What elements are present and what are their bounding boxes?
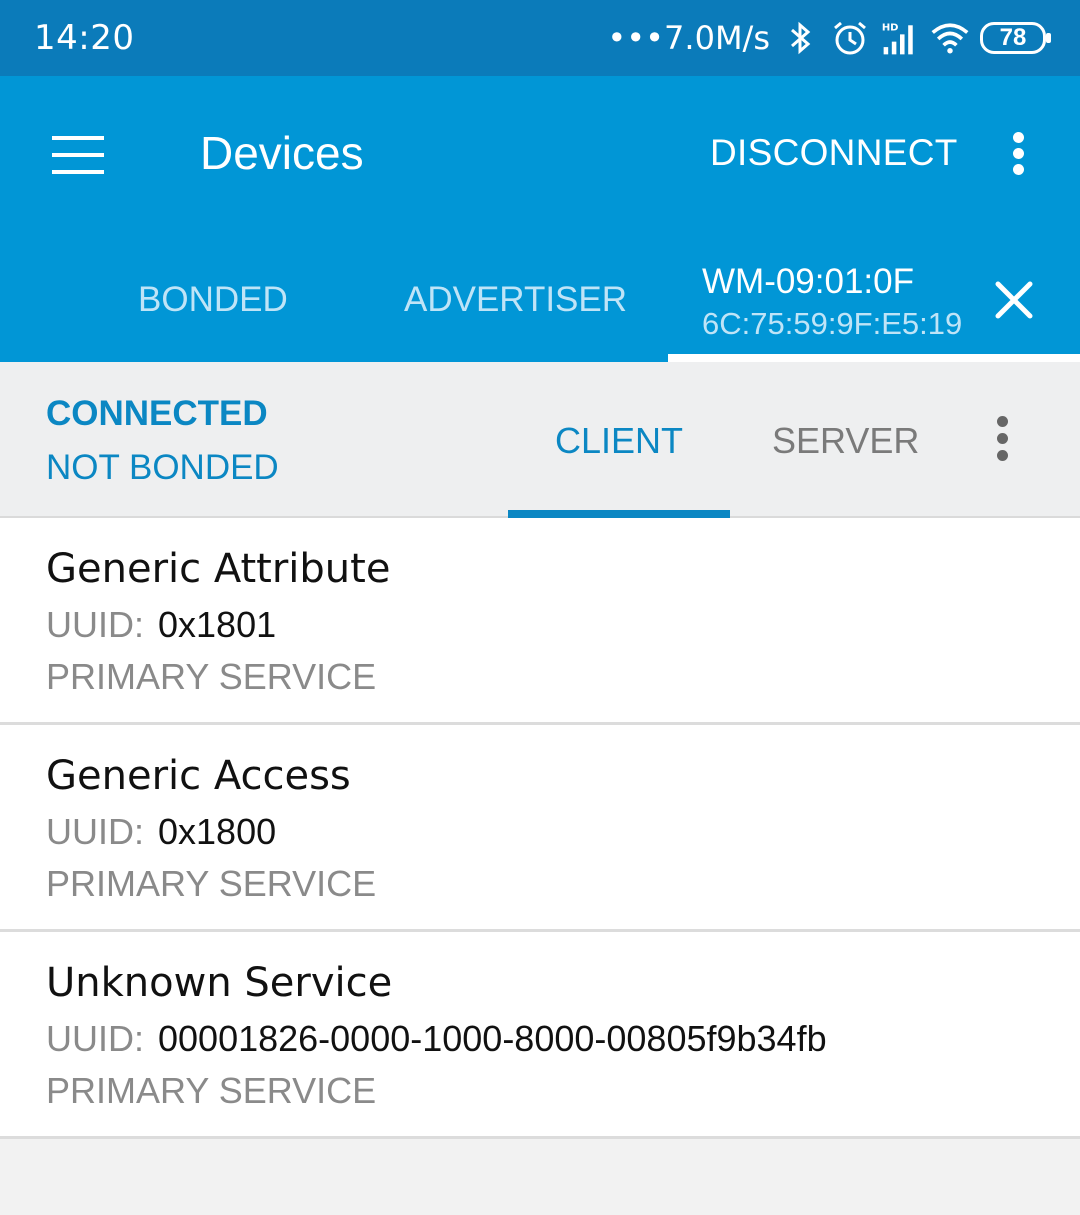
device-name: WM-09:01:0F — [702, 262, 914, 301]
tab-bonded[interactable]: BONDED — [138, 280, 288, 320]
service-uuid: UUID: 00001826-0000-1000-8000-00805f9b34f… — [46, 1018, 827, 1060]
hamburger-menu-icon[interactable] — [52, 136, 104, 174]
bond-status: NOT BONDED — [46, 448, 279, 487]
uuid-label: UUID: — [46, 604, 144, 645]
close-icon[interactable] — [990, 276, 1038, 324]
status-time: 14:20 — [34, 18, 135, 58]
service-uuid: UUID: 0x1801 — [46, 604, 276, 646]
svg-text:HD: HD — [882, 23, 899, 34]
uuid-label: UUID: — [46, 811, 144, 852]
service-type: PRIMARY SERVICE — [46, 656, 377, 697]
service-type: PRIMARY SERVICE — [46, 863, 377, 904]
tab-indicator — [508, 510, 730, 518]
uuid-value: 0x1801 — [158, 604, 277, 645]
service-name: Generic Attribute — [46, 546, 391, 592]
service-list: Generic Attribute UUID: 0x1801 PRIMARY SE… — [0, 518, 1080, 1139]
more-options-icon[interactable] — [990, 414, 1016, 464]
tab-client[interactable]: CLIENT — [508, 362, 730, 518]
list-item[interactable]: Generic Access UUID: 0x1800 PRIMARY SERVI… — [0, 725, 1080, 932]
alarm-icon — [834, 21, 866, 55]
tab-device[interactable]: WM-09:01:0F 6C:75:59:9F:E5:19 — [668, 254, 1080, 362]
service-name: Generic Access — [46, 753, 351, 799]
wifi-icon — [931, 23, 969, 54]
page-title: Devices — [200, 127, 364, 179]
tab-advertiser[interactable]: ADVERTISER — [404, 280, 627, 320]
tab-indicator — [668, 354, 1080, 362]
list-item[interactable]: Generic Attribute UUID: 0x1801 PRIMARY SE… — [0, 518, 1080, 725]
bluetooth-icon — [791, 21, 811, 55]
tab-client-label: CLIENT — [554, 420, 684, 461]
hd-signal-icon: HD — [882, 23, 913, 55]
status-icons: •••7.0M/s HD 78 — [607, 14, 1051, 62]
status-bar: 14:20 •••7.0M/s HD 78 — [0, 0, 1080, 76]
tab-server[interactable]: SERVER — [772, 420, 919, 462]
uuid-value: 00001826-0000-1000-8000-00805f9b34fb — [158, 1018, 827, 1059]
service-uuid: UUID: 0x1800 — [46, 811, 276, 853]
device-mac-address: 6C:75:59:9F:E5:19 — [702, 306, 963, 341]
disconnect-button[interactable]: DISCONNECT — [710, 132, 958, 174]
more-options-icon[interactable] — [1006, 130, 1032, 178]
app-bar: Devices DISCONNECT BONDED ADVERTISER WM-… — [0, 76, 1080, 362]
connection-status: CONNECTED — [46, 394, 268, 433]
battery-indicator: 78 — [980, 22, 1051, 54]
service-type: PRIMARY SERVICE — [46, 1070, 377, 1111]
network-speed: •••7.0M/s — [607, 19, 770, 57]
connection-header: CONNECTED NOT BONDED CLIENT SERVER — [0, 362, 1080, 518]
uuid-label: UUID: — [46, 1018, 144, 1059]
list-item[interactable]: Unknown Service UUID: 00001826-0000-1000-… — [0, 932, 1080, 1139]
uuid-value: 0x1800 — [158, 811, 277, 852]
service-name: Unknown Service — [46, 960, 393, 1006]
